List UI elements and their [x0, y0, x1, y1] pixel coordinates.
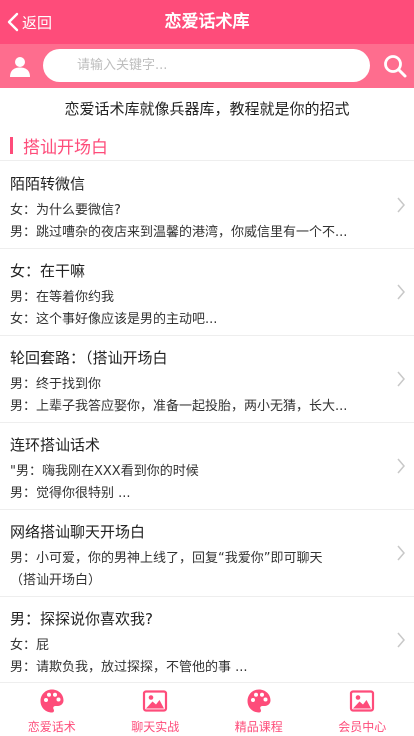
item-line: 女：这个事好像应该是男的主动吧... — [10, 312, 218, 327]
palette-icon — [247, 689, 271, 713]
image-icon — [350, 690, 375, 712]
item-line: 男：上辈子我答应娶你，准备一起投胎，两小无猜，长大... — [10, 399, 348, 414]
list-item[interactable]: 女：在干嘛 男：在等着你约我 女：这个事好像应该是男的主动吧... — [0, 249, 414, 336]
list-item[interactable]: 男：探探说你喜欢我? 女：屁 男：请欺负我，放过探探，不管他的事 ... — [0, 597, 414, 684]
item-line: 男：请欺负我，放过探探，不管他的事 ... — [10, 660, 248, 675]
tab-label: 会员中心 — [338, 720, 387, 734]
chevron-right-icon — [397, 197, 405, 213]
item-title: 女：在干嘛 — [10, 262, 86, 280]
slogan-text: 恋爱话术库就像兵器库，教程就是你的招式 — [64, 100, 350, 118]
tab-label: 精品课程 — [234, 720, 283, 734]
item-line: 男：觉得你很特别 ... — [10, 486, 131, 501]
section-accent-bar — [10, 137, 13, 154]
item-title: 轮回套路：（搭讪开场白 — [10, 349, 168, 367]
section-title: 搭讪开场白 — [23, 138, 108, 158]
list-item[interactable]: 网络搭讪聊天开场白 男：小可爱，你的男神上线了，回复“我爱你”即可聊天 （搭讪开… — [0, 510, 414, 597]
user-icon[interactable] — [8, 54, 32, 78]
bottom-tab-bar: 恋爱话术 聊天实战 精品课程 会员中心 — [0, 682, 414, 736]
chevron-right-icon — [397, 632, 405, 648]
tab-love-scripts[interactable]: 恋爱话术 — [0, 683, 104, 736]
item-line: "男：嗨我刚在XXX看到你的时候 — [10, 464, 199, 479]
tab-chat-practice[interactable]: 聊天实战 — [104, 683, 208, 736]
top-navbar: 返回 恋爱话术库 — [0, 0, 414, 44]
item-line: 男：在等着你约我 — [10, 290, 115, 305]
back-label: 返回 — [22, 13, 53, 32]
tab-label: 聊天实战 — [131, 720, 180, 734]
chevron-right-icon — [397, 371, 405, 387]
tab-member-center[interactable]: 会员中心 — [311, 683, 414, 736]
item-line: 男：跳过嘈杂的夜店来到温馨的港湾，你威信里有一个不... — [10, 225, 348, 240]
item-title: 男：探探说你喜欢我? — [10, 610, 153, 628]
back-button[interactable]: 返回 — [6, 0, 52, 44]
item-line: 男：终于找到你 — [10, 377, 102, 392]
list-item[interactable]: 轮回套路：（搭讪开场白 男：终于找到你 男：上辈子我答应娶你，准备一起投胎，两小… — [0, 336, 414, 423]
palette-icon — [40, 689, 64, 713]
item-title: 陌陌转微信 — [10, 175, 86, 193]
tab-label: 恋爱话术 — [27, 720, 76, 734]
search-bar — [0, 44, 414, 88]
section-header: 搭讪开场白 — [0, 131, 414, 161]
chevron-right-icon — [397, 284, 405, 300]
chevron-right-icon — [397, 458, 405, 474]
item-line: （搭讪开场白） — [10, 573, 102, 588]
list-item[interactable]: 陌陌转微信 女：为什么要微信? 男：跳过嘈杂的夜店来到温馨的港湾，你威信里有一个… — [0, 162, 414, 249]
search-input[interactable] — [43, 49, 370, 82]
list-item[interactable]: 连环搭讪话术 "男：嗨我刚在XXX看到你的时候 男：觉得你很特别 ... — [0, 423, 414, 510]
item-line: 男：小可爱，你的男神上线了，回复“我爱你”即可聊天 — [10, 551, 323, 566]
item-line: 女：为什么要微信? — [10, 203, 121, 218]
item-title: 网络搭讪聊天开场白 — [10, 523, 146, 541]
script-list: 陌陌转微信 女：为什么要微信? 男：跳过嘈杂的夜店来到温馨的港湾，你威信里有一个… — [0, 162, 414, 684]
chevron-right-icon — [397, 545, 405, 561]
item-title: 连环搭讪话术 — [10, 436, 101, 454]
search-icon[interactable] — [382, 53, 408, 79]
image-icon — [143, 690, 168, 712]
chevron-left-icon — [7, 12, 19, 32]
tab-premium-courses[interactable]: 精品课程 — [207, 683, 311, 736]
page-title: 恋爱话术库 — [164, 12, 250, 32]
item-line: 女：屁 — [10, 638, 50, 653]
